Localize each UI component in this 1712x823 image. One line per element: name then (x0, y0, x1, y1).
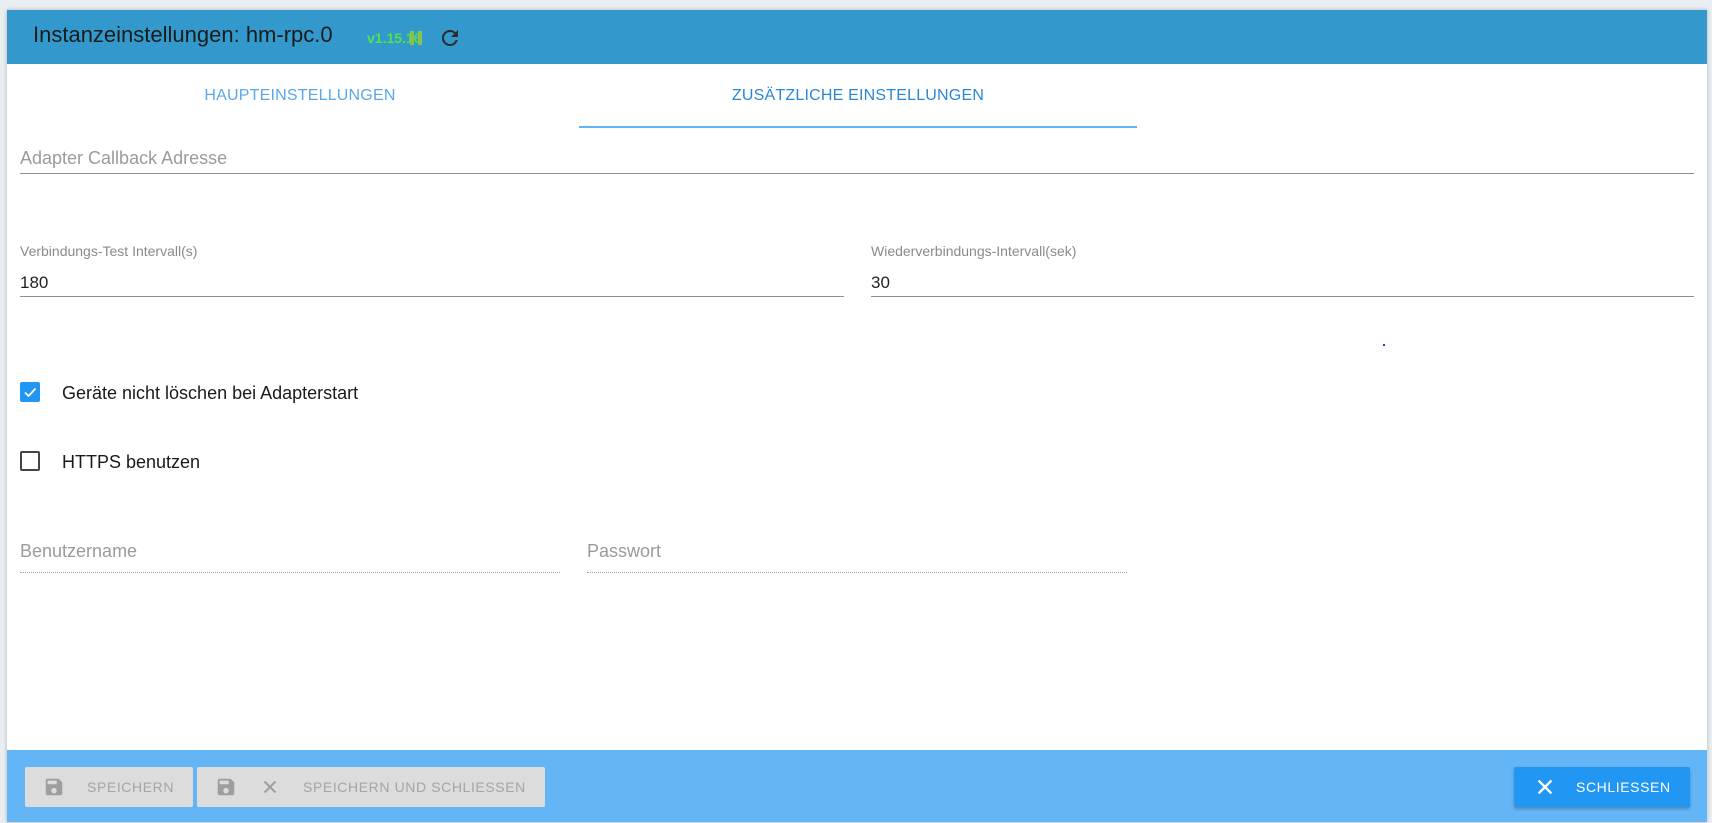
save-and-close-button[interactable]: SPEICHERN UND SCHLIESSEN (197, 767, 545, 807)
callback-address-field[interactable]: Adapter Callback Adresse (20, 134, 1694, 174)
callback-address-label: Adapter Callback Adresse (20, 148, 228, 168)
use-https-label: HTTPS benutzen (62, 452, 201, 472)
save-button[interactable]: SPEICHERN (25, 767, 193, 807)
pause-icon[interactable] (404, 26, 428, 50)
connection-test-interval-underline (20, 296, 844, 297)
settings-tabs: HAUPTEINSTELLUNGEN ZUSÄTZLICHE EINSTELLU… (21, 66, 1701, 128)
reconnect-interval-label: Wiederverbindungs-Intervall(sek) (871, 243, 1077, 259)
username-label: Benutzername (20, 541, 138, 561)
reconnect-interval-underline (871, 296, 1694, 297)
use-https-checkbox[interactable] (20, 451, 40, 471)
username-field[interactable]: Benutzername (20, 526, 560, 573)
connection-test-interval-label: Verbindungs-Test Intervall(s) (20, 243, 198, 259)
instance-settings-dialog: Instanzeinstellungen: hm-rpc.0 v1.15.16 … (7, 10, 1707, 822)
save-and-close-button-label: SPEICHERN UND SCHLIESSEN (303, 779, 526, 795)
close-button[interactable]: SCHLIESSEN (1514, 767, 1690, 807)
reconnect-interval-field[interactable]: Wiederverbindungs-Intervall(sek) 30 (871, 243, 1694, 297)
callback-address-underline (20, 173, 1694, 174)
save-button-label: SPEICHERN (87, 779, 175, 795)
tab-main-settings[interactable]: HAUPTEINSTELLUNGEN (21, 66, 579, 126)
save-icon (215, 776, 237, 798)
use-https-checkbox-row[interactable]: HTTPS benutzen (20, 451, 420, 479)
reconnect-interval-value[interactable]: 30 (871, 273, 890, 293)
close-icon (1534, 776, 1556, 798)
password-underline (587, 572, 1127, 573)
password-field[interactable]: Passwort (587, 526, 1127, 573)
dont-delete-devices-label: Geräte nicht löschen bei Adapterstart (62, 383, 359, 403)
stray-dot (1383, 344, 1385, 346)
title-bar: Instanzeinstellungen: hm-rpc.0 v1.15.16 (7, 10, 1707, 64)
dont-delete-devices-checkbox[interactable] (20, 382, 40, 402)
connection-test-interval-field[interactable]: Verbindungs-Test Intervall(s) 180 (20, 243, 844, 297)
password-label: Passwort (587, 541, 662, 561)
connection-test-interval-value[interactable]: 180 (20, 273, 48, 293)
username-underline (20, 572, 560, 573)
save-icon (43, 776, 65, 798)
dialog-footer: SPEICHERN SPEICHERN UND SCHLIESSEN SCHLI… (7, 750, 1707, 822)
close-button-label: SCHLIESSEN (1576, 779, 1671, 795)
dont-delete-devices-checkbox-row[interactable]: Geräte nicht löschen bei Adapterstart (20, 382, 420, 410)
reload-icon[interactable] (438, 26, 462, 50)
tab-additional-settings[interactable]: ZUSÄTZLICHE EINSTELLUNGEN (579, 66, 1137, 128)
dialog-title: Instanzeinstellungen: hm-rpc.0 (33, 22, 333, 47)
close-icon (259, 776, 281, 798)
